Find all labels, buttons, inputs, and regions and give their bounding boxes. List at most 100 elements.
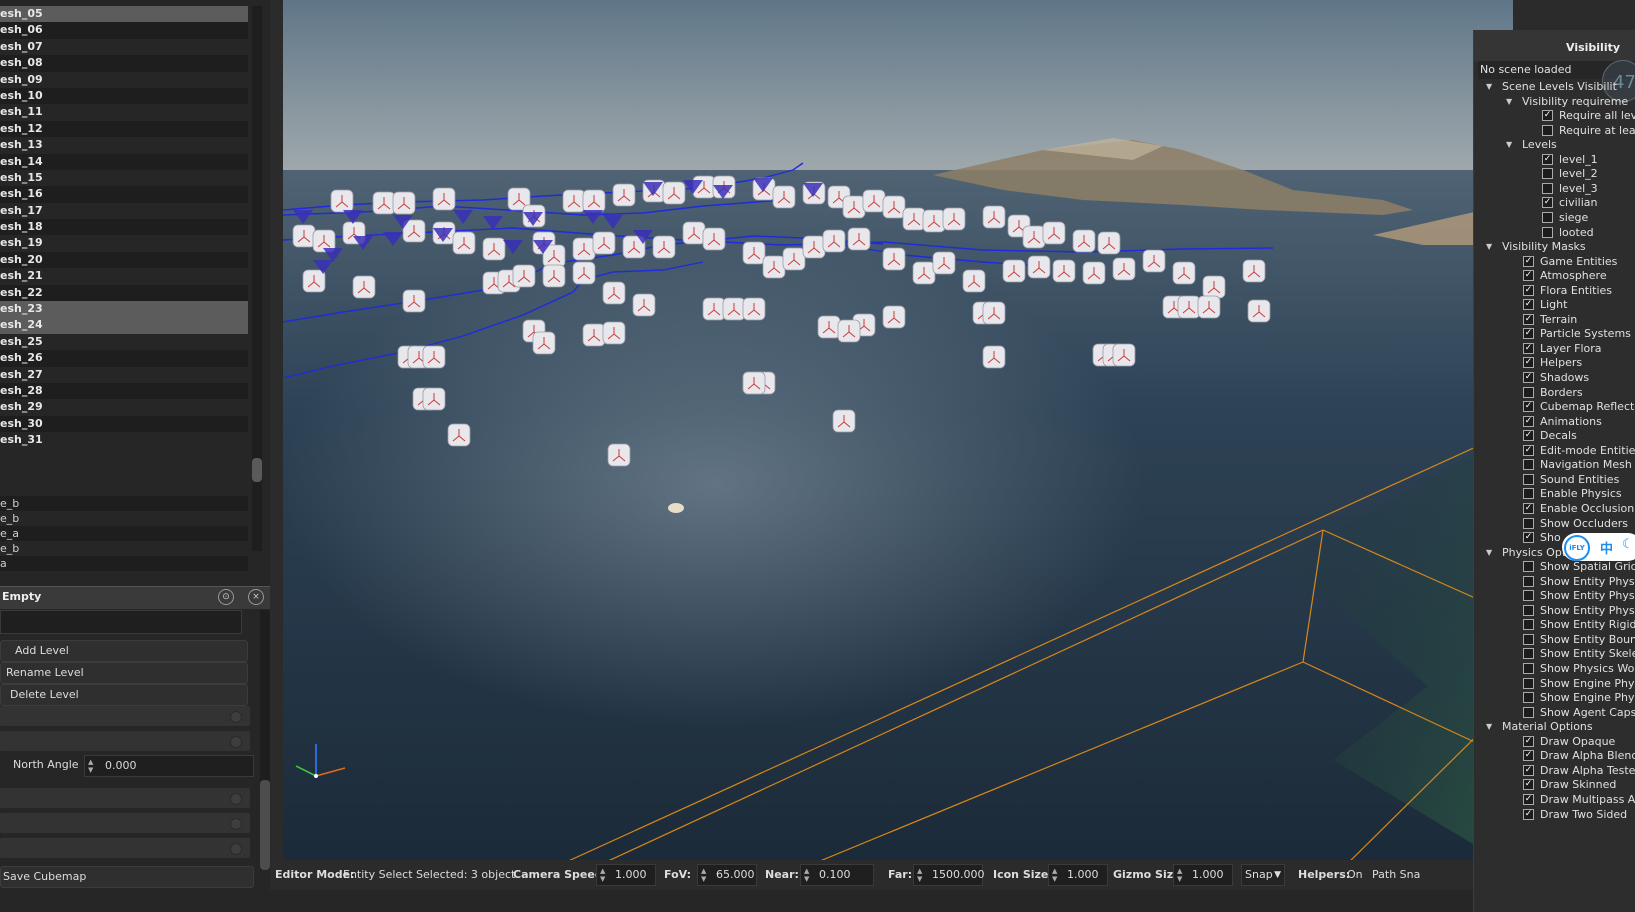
near-field[interactable]: ▲ ▼ 0.100: [800, 864, 874, 886]
checkbox[interactable]: ✓: [1523, 313, 1534, 325]
tree-item[interactable]: ✓ Decals: [1474, 428, 1635, 443]
tree-item[interactable]: Show Physics Wor: [1474, 661, 1635, 676]
checkbox[interactable]: [1523, 706, 1534, 718]
mesh-list-item[interactable]: esh_08: [0, 55, 248, 72]
checkbox[interactable]: ✓: [1523, 357, 1534, 369]
chinese-mode-icon[interactable]: 中: [1600, 538, 1613, 557]
reset-dot-icon[interactable]: [230, 818, 242, 830]
ifly-logo-icon[interactable]: iFLY: [1564, 535, 1590, 561]
spinner-icon[interactable]: ▲ ▼: [88, 758, 93, 774]
mesh-list-item[interactable]: esh_09: [0, 71, 248, 88]
checkbox[interactable]: [1523, 619, 1534, 631]
checkbox[interactable]: [1523, 473, 1534, 485]
mesh-list-item[interactable]: esh_07: [0, 38, 248, 56]
checkbox[interactable]: ✓: [1523, 750, 1534, 762]
tree-item[interactable]: ✓ Shadows: [1474, 370, 1635, 385]
tree-item[interactable]: Show Spatial Grid: [1474, 559, 1635, 574]
secondary-list-item[interactable]: e_b: [0, 511, 248, 526]
checkbox[interactable]: [1523, 663, 1534, 674]
tree-item[interactable]: Sound Entities: [1474, 472, 1635, 487]
checkbox[interactable]: ✓: [1523, 299, 1534, 311]
icon-size-field[interactable]: ▲ ▼ 1.000: [1048, 864, 1108, 886]
mesh-list-item[interactable]: esh_13: [0, 137, 248, 154]
checkbox[interactable]: ✓: [1523, 415, 1534, 427]
mesh-list-item[interactable]: esh_18: [0, 219, 248, 236]
mesh-list-item[interactable]: esh_22: [0, 284, 248, 302]
tree-item[interactable]: Show Engine Phys: [1474, 676, 1635, 691]
snap-dropdown[interactable]: Snap ▼: [1241, 864, 1285, 886]
checkbox[interactable]: ✓: [1523, 808, 1534, 820]
tree-item[interactable]: ✓ Enable Occlusion: [1474, 501, 1635, 516]
tree-item[interactable]: level_3: [1474, 181, 1635, 196]
mesh-list-item[interactable]: esh_25: [0, 333, 248, 351]
expand-arrow-icon[interactable]: ▼: [1486, 545, 1492, 560]
spinner-icon[interactable]: ▲ ▼: [600, 867, 605, 883]
mesh-list-item[interactable]: esh_30: [0, 415, 248, 433]
camera-speed-field[interactable]: ▲ ▼ 1.000: [596, 864, 656, 886]
checkbox[interactable]: ✓: [1523, 270, 1534, 282]
checkbox[interactable]: ✓: [1523, 372, 1534, 383]
mesh-list-item[interactable]: esh_24: [0, 317, 248, 334]
mesh-list-item[interactable]: esh_14: [0, 153, 248, 170]
tree-item[interactable]: Show Entity Physic: [1474, 588, 1635, 603]
tree-item[interactable]: Borders: [1474, 385, 1635, 400]
mesh-list-item[interactable]: esh_19: [0, 235, 248, 252]
tree-group[interactable]: ▼ Visibility requireme: [1474, 94, 1635, 109]
tree-item[interactable]: ✓ Draw Alpha Tested: [1474, 763, 1635, 778]
tree-item[interactable]: Navigation Mesh: [1474, 457, 1635, 472]
spinner-icon[interactable]: ▲ ▼: [804, 867, 809, 883]
far-field[interactable]: ▲ ▼ 1500.000: [913, 864, 985, 886]
checkbox[interactable]: [1523, 488, 1534, 500]
tree-item[interactable]: Show Entity Rigid: [1474, 617, 1635, 632]
spinner-icon[interactable]: ▲ ▼: [1052, 867, 1057, 883]
ime-toolbar[interactable]: iFLY 中 ☾: [1562, 533, 1635, 561]
mesh-list-item[interactable]: esh_15: [0, 169, 248, 187]
property-row[interactable]: [0, 706, 250, 726]
mesh-list-item[interactable]: esh_16: [0, 186, 248, 203]
mesh-list-scroll-thumb[interactable]: [252, 458, 262, 482]
expand-arrow-icon[interactable]: ▼: [1486, 79, 1492, 94]
mesh-list-item[interactable]: esh_05: [0, 6, 248, 23]
mesh-list-item[interactable]: esh_11: [0, 104, 248, 121]
tree-item[interactable]: ✓ Particle Systems: [1474, 326, 1635, 341]
checkbox[interactable]: ✓: [1542, 197, 1553, 209]
property-row[interactable]: [0, 838, 250, 858]
checkbox[interactable]: ✓: [1523, 328, 1534, 340]
checkbox[interactable]: [1542, 168, 1553, 180]
checkbox[interactable]: ✓: [1523, 401, 1534, 413]
checkbox[interactable]: ✓: [1523, 444, 1534, 456]
delete-level-button[interactable]: Delete Level: [0, 684, 248, 706]
spinner-icon[interactable]: ▲ ▼: [701, 867, 706, 883]
mesh-list-item[interactable]: esh_20: [0, 251, 248, 269]
tree-item[interactable]: Show Agent Capsu: [1474, 705, 1635, 720]
checkbox[interactable]: ✓: [1523, 735, 1534, 747]
checkbox[interactable]: [1523, 590, 1534, 602]
checkbox[interactable]: [1542, 211, 1553, 223]
tree-item[interactable]: ✓ level_1: [1474, 152, 1635, 167]
mesh-list-item[interactable]: esh_17: [0, 202, 248, 220]
tree-item[interactable]: ✓ civilian: [1474, 195, 1635, 210]
tree-item[interactable]: Show Entity Physic: [1474, 574, 1635, 589]
reset-dot-icon[interactable]: [230, 711, 242, 723]
checkbox[interactable]: [1542, 226, 1553, 238]
secondary-list-item[interactable]: e_b: [0, 541, 248, 556]
checkbox[interactable]: ✓: [1523, 430, 1534, 442]
reset-dot-icon[interactable]: [230, 793, 242, 805]
tree-item[interactable]: ✓ Animations: [1474, 414, 1635, 429]
mesh-list-item[interactable]: esh_31: [0, 432, 248, 449]
property-row[interactable]: [0, 813, 250, 833]
level-filter-input[interactable]: [0, 610, 242, 634]
secondary-list-item[interactable]: e_b: [0, 496, 248, 511]
tree-item[interactable]: ✓ Flora Entities: [1474, 283, 1635, 298]
tree-group[interactable]: ▼ Levels: [1474, 137, 1635, 152]
spinner-icon[interactable]: ▲ ▼: [917, 867, 922, 883]
property-row[interactable]: [0, 731, 250, 751]
tree-item[interactable]: ✓ Draw Skinned: [1474, 777, 1635, 792]
checkbox[interactable]: ✓: [1542, 110, 1553, 122]
settings-circle-icon[interactable]: ⊙: [218, 589, 234, 605]
mesh-list-item[interactable]: esh_27: [0, 366, 248, 383]
tree-item[interactable]: ✓ Draw Alpha Blend: [1474, 748, 1635, 763]
tree-item[interactable]: Show Occluders: [1474, 516, 1635, 531]
tree-item[interactable]: ✓ Cubemap Reflecto: [1474, 399, 1635, 414]
north-angle-field[interactable]: ▲ ▼ 0.000: [84, 755, 254, 777]
